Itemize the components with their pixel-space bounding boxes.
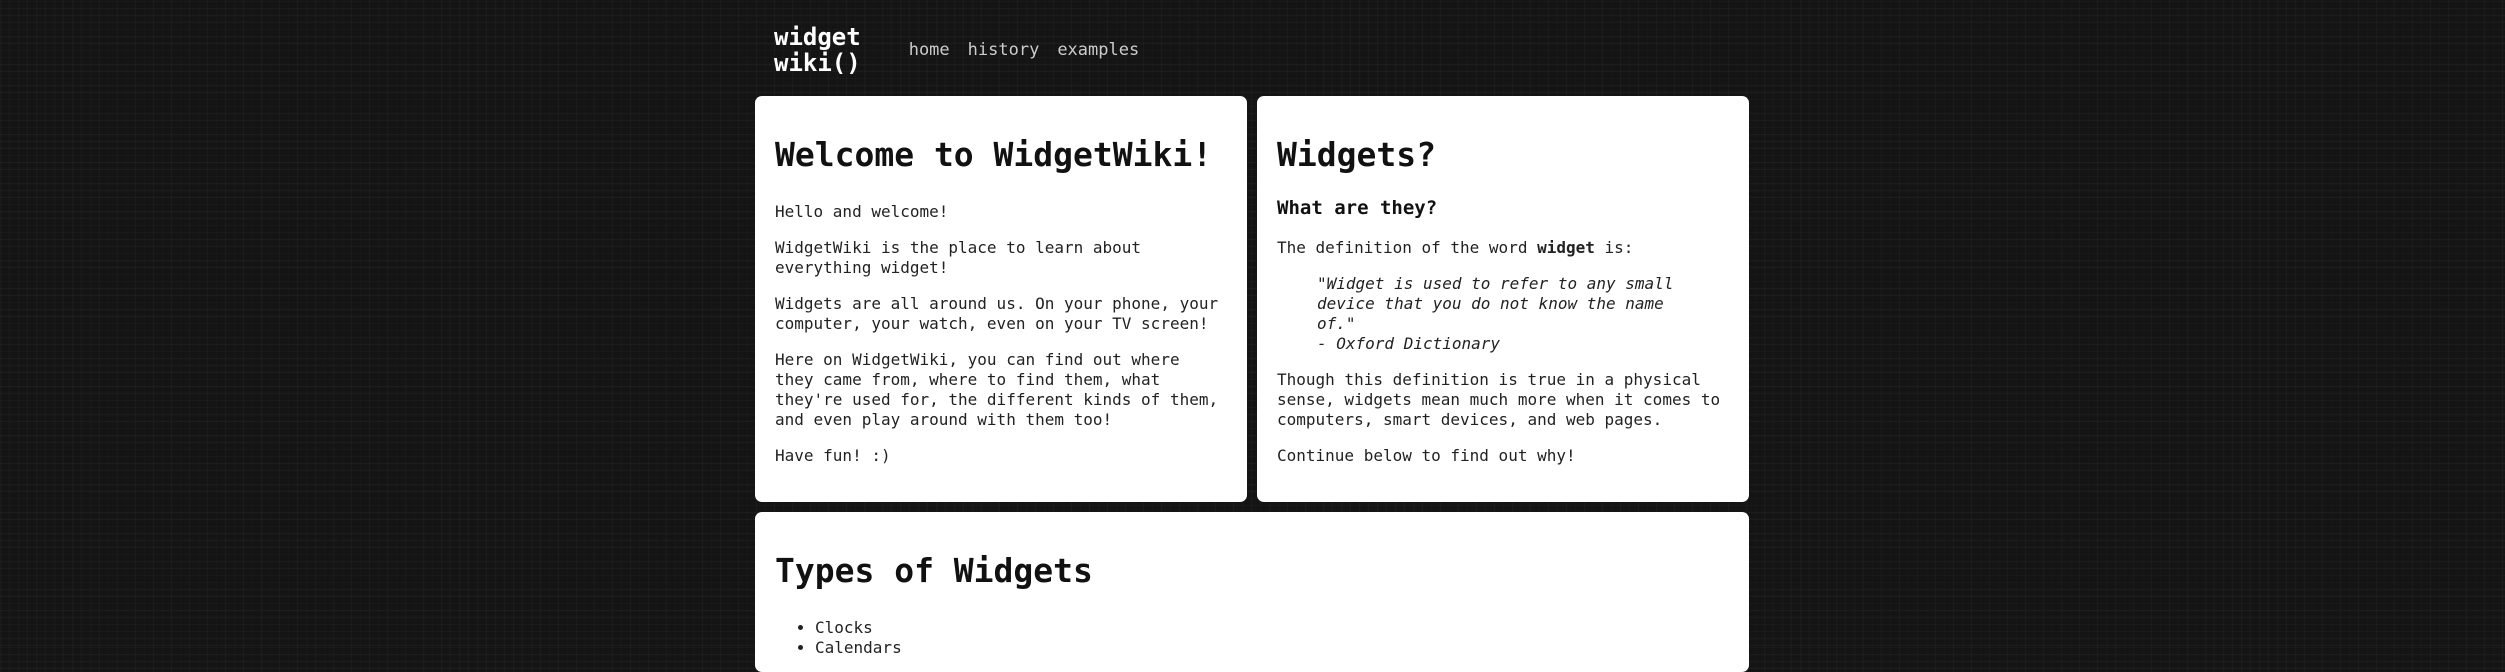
welcome-paragraph: WidgetWiki is the place to learn about e…: [775, 238, 1142, 277]
definition-quote: "Widget is used to refer to any small de…: [1317, 274, 1677, 354]
definition-suffix: is:: [1594, 238, 1634, 257]
widgets-subtitle: What are they?: [1277, 197, 1438, 219]
types-title: Types of Widgets: [775, 551, 1093, 590]
definition-paragraph: The definition of the word widget is:: [1277, 238, 1729, 258]
welcome-paragraph: Have fun! :): [775, 446, 891, 465]
logo-line-1: widget: [774, 23, 861, 51]
logo-line-2: wiki(): [774, 49, 861, 77]
definition-word: widget: [1537, 238, 1595, 257]
list-item: Clocks: [815, 618, 1729, 638]
definition-prefix: The definition of the word: [1277, 238, 1538, 257]
widgets-paragraph: Though this definition is true in a phys…: [1277, 370, 1721, 429]
widgets-title: Widgets?: [1277, 135, 1436, 174]
widgets-paragraph: Continue below to find out why!: [1277, 446, 1576, 465]
nav-link-examples[interactable]: examples: [1057, 40, 1139, 60]
welcome-card: Welcome to WidgetWiki! Hello and welcome…: [755, 96, 1247, 502]
welcome-paragraph: Hello and welcome!: [775, 202, 949, 221]
types-list: Clocks Calendars: [775, 618, 1729, 658]
welcome-paragraph: Here on WidgetWiki, you can find out whe…: [775, 350, 1219, 429]
types-card: Types of Widgets Clocks Calendars: [755, 512, 1749, 672]
quote-source: - Oxford Dictionary: [1317, 334, 1501, 353]
welcome-title: Welcome to WidgetWiki!: [775, 135, 1213, 174]
site-logo[interactable]: widget wiki(): [774, 24, 861, 76]
nav-link-history[interactable]: history: [968, 40, 1040, 60]
site-header: widget wiki() home history examples: [774, 24, 1139, 76]
list-item: Calendars: [815, 638, 1729, 658]
welcome-paragraph: Widgets are all around us. On your phone…: [775, 294, 1219, 333]
nav-link-home[interactable]: home: [909, 40, 950, 60]
widgets-card: Widgets? What are they? The definition o…: [1257, 96, 1749, 502]
main-nav: home history examples: [909, 40, 1140, 60]
quote-text: "Widget is used to refer to any small de…: [1317, 274, 1674, 333]
